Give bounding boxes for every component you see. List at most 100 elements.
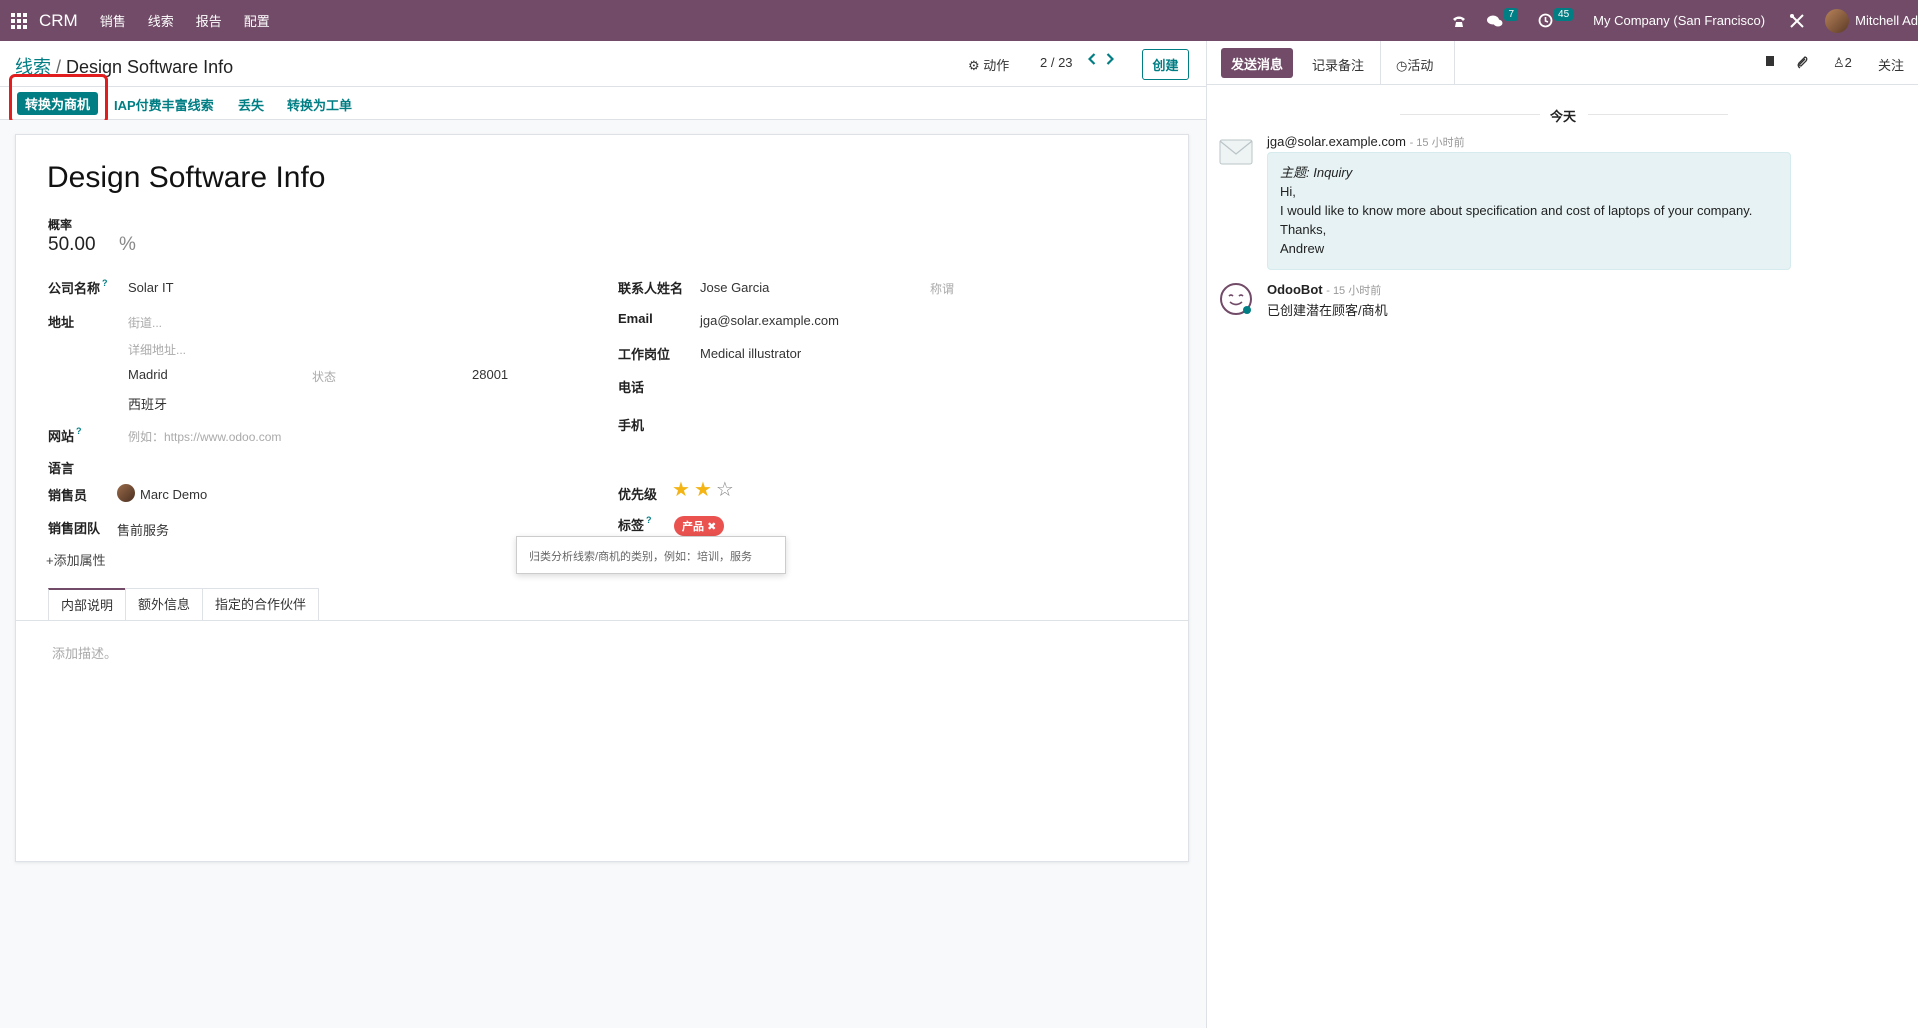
actions-label: 动作 <box>983 58 1010 73</box>
messages-badge: 7 <box>1504 8 1519 21</box>
chevron-left-icon[interactable] <box>1087 53 1096 68</box>
message-line: Thanks, <box>1280 222 1327 237</box>
sales-team-label: 销售团队 <box>48 521 101 536</box>
message-author-bot[interactable]: OdooBot <box>1267 282 1323 297</box>
zip-field[interactable]: 28001 <box>472 367 508 382</box>
star-icon[interactable]: ★ <box>672 480 690 500</box>
followers-count: 2 <box>1844 55 1852 70</box>
debug-tools-icon[interactable] <box>1789 13 1805 29</box>
street2-field[interactable]: 详细地址... <box>128 341 186 358</box>
language-label: 语言 <box>48 461 75 476</box>
odoobot-avatar <box>1219 282 1253 319</box>
mobile-label: 手机 <box>618 418 645 433</box>
job-position-field[interactable]: Medical illustrator <box>700 346 801 361</box>
activity-label: 活动 <box>1407 58 1434 73</box>
phone-label: 电话 <box>618 380 645 395</box>
city-field[interactable]: Madrid <box>128 367 168 382</box>
company-label: 公司名称? <box>48 278 108 296</box>
date-separator: 今天 <box>1550 109 1577 124</box>
chatter-divider <box>1454 41 1455 85</box>
tab-extra-info[interactable]: 额外信息 <box>125 588 204 621</box>
user-icon: ♙ <box>1833 55 1845 70</box>
star-icon[interactable]: ☆ <box>716 480 734 500</box>
menu-config[interactable]: 配置 <box>244 11 270 30</box>
book-icon[interactable] <box>1764 55 1776 70</box>
add-property-button[interactable]: +添加属性 <box>46 550 106 569</box>
tag-badge[interactable]: 产品 ✖ <box>674 516 725 536</box>
message-author: OdooBot - 15 小时前 <box>1267 282 1381 298</box>
probability-input[interactable]: 50.00 <box>48 234 96 256</box>
address-label: 地址 <box>48 315 75 330</box>
message-author-email[interactable]: jga@solar.example.com <box>1267 134 1406 149</box>
apps-menu-icon[interactable] <box>11 12 27 29</box>
company-switcher[interactable]: My Company (San Francisco) <box>1593 13 1765 28</box>
tag-label: 产品 <box>682 521 704 533</box>
paperclip-icon[interactable] <box>1796 55 1809 72</box>
probability-unit: % <box>119 234 136 255</box>
tags-label: 标签? <box>618 515 652 533</box>
chevron-right-icon[interactable] <box>1106 53 1115 68</box>
lead-title[interactable]: Design Software Info <box>47 161 325 195</box>
tab-assigned-partner[interactable]: 指定的合作伙伴 <box>202 588 320 621</box>
followers-button[interactable]: ♙2 <box>1833 55 1852 71</box>
plus-icon: + <box>46 553 54 568</box>
user-name[interactable]: Mitchell Ad <box>1855 13 1918 28</box>
message-bubble: 主题: Inquiry Hi, I would like to know mor… <box>1267 152 1791 270</box>
pager-value[interactable]: 2 / 23 <box>1040 55 1073 70</box>
star-icon[interactable]: ★ <box>694 480 712 500</box>
add-property-label: 添加属性 <box>53 553 106 568</box>
help-icon[interactable]: ? <box>76 426 82 436</box>
actions-menu-button[interactable]: ⚙ 动作 <box>968 55 1009 74</box>
convert-to-ticket-button[interactable]: 转换为工单 <box>287 95 352 114</box>
probability-label: 概率 <box>48 218 73 232</box>
salesperson-avatar <box>117 484 135 502</box>
country-field[interactable]: 西班牙 <box>128 394 167 413</box>
tab-underline <box>16 620 1189 621</box>
form-notebook-tabs: 内部说明 额外信息 指定的合作伙伴 <box>48 588 320 621</box>
create-button[interactable]: 创建 <box>1142 49 1189 80</box>
user-avatar[interactable] <box>1825 8 1850 33</box>
phone-icon[interactable] <box>1451 14 1467 28</box>
street-field[interactable]: 街道... <box>128 314 162 331</box>
menu-leads[interactable]: 线索 <box>148 11 174 30</box>
clock-icon: ◷ <box>1396 58 1408 73</box>
menu-reports[interactable]: 报告 <box>196 11 222 30</box>
contact-name-label: 联系人姓名 <box>618 281 684 296</box>
gear-icon: ⚙ <box>968 58 980 73</box>
app-name[interactable]: CRM <box>39 11 78 31</box>
date-divider-line <box>1400 114 1540 115</box>
website-field[interactable]: 例如：https://www.odoo.com <box>128 428 281 445</box>
job-position-label: 工作岗位 <box>618 347 671 362</box>
salesperson-label: 销售员 <box>48 488 88 503</box>
send-message-button[interactable]: 发送消息 <box>1221 48 1294 78</box>
priority-widget[interactable]: ★ ★ ☆ <box>672 480 734 500</box>
priority-label: 优先级 <box>618 487 658 502</box>
description-editor[interactable]: 添加描述。 <box>52 643 117 662</box>
message-subject: 主题: Inquiry <box>1280 165 1353 180</box>
messages-icon[interactable]: 7 <box>1487 8 1519 28</box>
pager-arrows <box>1087 53 1115 68</box>
message-line: Andrew <box>1280 241 1325 256</box>
help-icon[interactable]: ? <box>102 278 108 288</box>
tags-tooltip: 归类分析线索/商机的类别，例如：培训，服务 <box>516 536 786 574</box>
state-field[interactable]: 状态 <box>312 368 336 385</box>
menu-sales[interactable]: 销售 <box>100 11 126 30</box>
tab-internal-notes[interactable]: 内部说明 <box>48 588 127 621</box>
chatter-divider <box>1380 41 1381 85</box>
tag-remove-icon[interactable]: ✖ <box>707 521 716 533</box>
contact-title-field[interactable]: 称谓 <box>930 280 954 297</box>
company-field[interactable]: Solar IT <box>128 280 174 295</box>
contact-name-field[interactable]: Jose Garcia <box>700 280 769 295</box>
date-divider-line <box>1588 114 1728 115</box>
help-icon[interactable]: ? <box>646 515 652 525</box>
mark-lost-button[interactable]: 丢失 <box>238 95 264 114</box>
sales-team-field[interactable]: 售前服务 <box>117 520 169 539</box>
follow-button[interactable]: 关注 <box>1878 55 1904 74</box>
message-timestamp: - 15 小时前 <box>1326 285 1382 297</box>
log-note-button[interactable]: 记录备注 <box>1312 55 1364 74</box>
activity-button[interactable]: ◷活动 <box>1396 55 1433 74</box>
email-field[interactable]: jga@solar.example.com <box>700 313 839 328</box>
iap-enrich-button[interactable]: IAP付费丰富线索 <box>114 95 214 114</box>
salesperson-field[interactable]: Marc Demo <box>140 487 207 502</box>
activities-icon[interactable]: 45 <box>1538 8 1574 28</box>
